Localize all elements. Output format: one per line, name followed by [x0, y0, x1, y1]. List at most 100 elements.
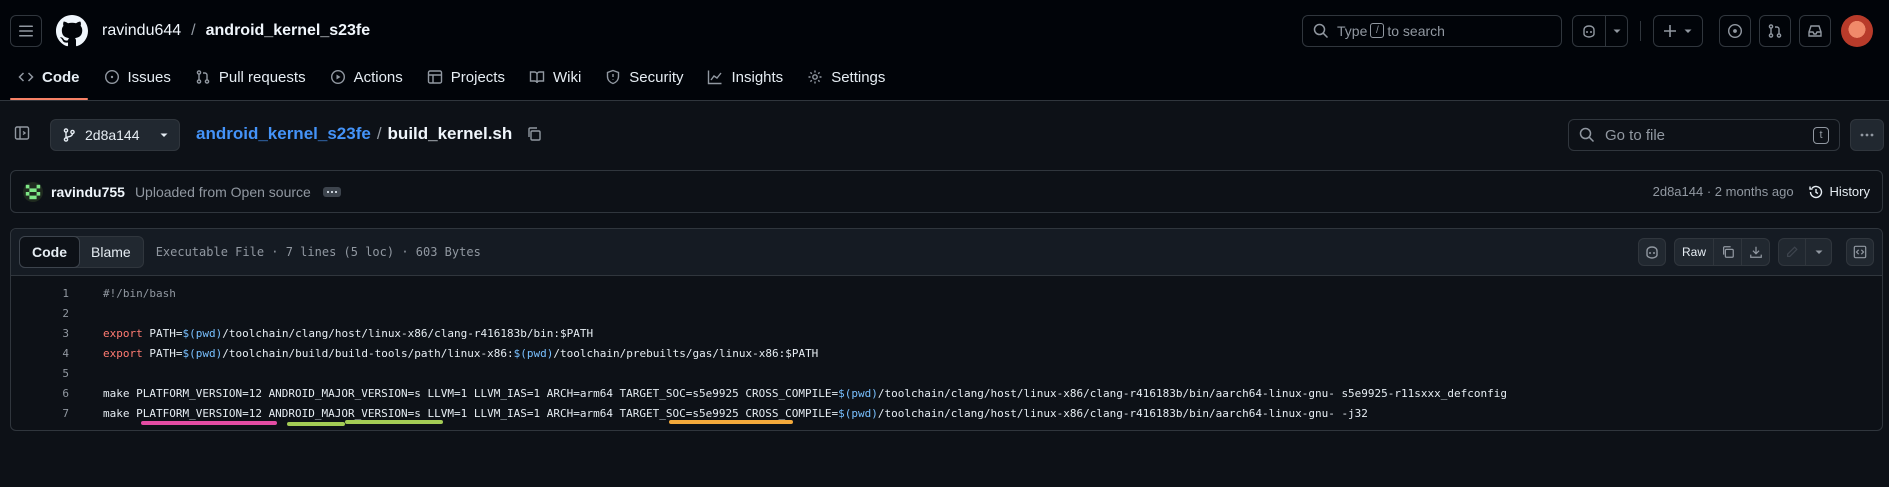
book-icon: [529, 71, 545, 84]
tab-actions[interactable]: Actions: [322, 60, 411, 94]
line-text: #!/bin/bash: [103, 287, 176, 300]
issues-button[interactable]: [1719, 14, 1751, 47]
code-line: 2: [11, 303, 1882, 323]
issue-opened-icon: [104, 69, 119, 85]
top-bar: ravindu644 / android_kernel_s23fe Type /…: [0, 0, 1889, 61]
breadcrumb: android_kernel_s23fe / build_kernel.sh: [196, 124, 542, 144]
copy-raw-button[interactable]: [1714, 238, 1742, 266]
code-token: $(pwd): [838, 406, 878, 420]
branch-name: 2d8a144: [85, 127, 140, 143]
code-token: /toolchain/clang/host/linux-x86/clang-r4…: [877, 406, 1368, 420]
more-options-button[interactable]: [1850, 119, 1884, 151]
line-number[interactable]: 4: [11, 347, 69, 360]
edit-file-button[interactable]: [1778, 238, 1806, 266]
global-search-input[interactable]: Type / to search: [1302, 14, 1562, 47]
code-panel-header: Code Blame Executable File · 7 lines (5 …: [11, 229, 1882, 276]
table-icon: [427, 70, 442, 84]
commit-author-avatar[interactable]: [23, 181, 43, 202]
play-icon: [330, 69, 345, 85]
copilot-dropdown-button[interactable]: [1606, 14, 1628, 47]
kebab-horizontal-icon: [1860, 133, 1874, 137]
code-icon: [18, 72, 34, 82]
code-line: 4 export PATH=$(pwd)/toolchain/build/buil…: [11, 343, 1882, 363]
code-body: 1 #!/bin/bash 2 3 export PATH=$(pwd)/toolcha…: [11, 276, 1882, 426]
copilot-ask-button[interactable]: [1638, 238, 1666, 266]
app-header: ravindu644 / android_kernel_s23fe Type /…: [0, 0, 1889, 101]
code-token: make PLATFORM_VERSION=12 ANDROID_MAJOR_V…: [103, 386, 839, 400]
symbols-panel-button[interactable]: [1846, 238, 1874, 266]
code-blame-toggle: Code Blame: [19, 236, 144, 268]
search-icon: [1579, 127, 1595, 143]
tab-settings[interactable]: Settings: [799, 60, 893, 94]
github-logo-icon[interactable]: [56, 14, 88, 47]
branch-selector-button[interactable]: 2d8a144: [50, 119, 180, 151]
user-avatar[interactable]: [1841, 14, 1873, 47]
line-text: make PLATFORM_VERSION=12 ANDROID_MAJOR_V…: [103, 407, 1368, 420]
issue-opened-icon: [1727, 23, 1743, 38]
tab-pull-requests[interactable]: Pull requests: [187, 60, 314, 94]
sidebar-expand-icon: [14, 126, 30, 140]
sidebar-toggle-button[interactable]: [14, 125, 30, 141]
hamburger-icon: [19, 25, 33, 36]
menu-button[interactable]: [10, 14, 42, 47]
plus-icon: [1664, 24, 1676, 37]
commit-meta[interactable]: 2d8a144 · 2 months ago: [1653, 184, 1794, 199]
pull-requests-button[interactable]: [1759, 14, 1791, 47]
tab-issues[interactable]: Issues: [96, 60, 179, 94]
download-button[interactable]: [1742, 238, 1770, 266]
git-pull-request-icon: [196, 70, 210, 84]
history-button[interactable]: History: [1808, 184, 1870, 200]
line-number[interactable]: 6: [11, 387, 69, 400]
line-number[interactable]: 3: [11, 327, 69, 340]
search-shortcut-key: /: [1370, 23, 1385, 38]
code-panel: Code Blame Executable File · 7 lines (5 …: [10, 228, 1883, 431]
code-token: $(pwd): [182, 346, 223, 360]
repo-owner-link[interactable]: ravindu644: [102, 22, 181, 40]
tab-label: Projects: [450, 68, 505, 86]
tab-code[interactable]: Code: [19, 236, 80, 268]
triangle-down-icon: [160, 133, 168, 137]
search-suffix: to search: [1387, 22, 1445, 39]
commit-expand-button[interactable]: [322, 186, 341, 197]
create-new-button[interactable]: [1653, 14, 1703, 47]
triangle-down-icon: [1684, 29, 1692, 33]
inbox-button[interactable]: [1799, 14, 1831, 47]
raw-button[interactable]: Raw: [1674, 238, 1714, 266]
go-to-file-shortcut: t: [1813, 126, 1829, 144]
git-pull-request-icon: [1768, 23, 1782, 38]
line-number[interactable]: 2: [11, 307, 69, 320]
pencil-icon: [1787, 246, 1798, 257]
tab-wiki[interactable]: Wiki: [521, 60, 589, 94]
code-toolbar: Raw: [1638, 238, 1874, 266]
commit-author-link[interactable]: ravindu755: [51, 184, 125, 200]
breadcrumb-filename: build_kernel.sh: [387, 124, 513, 143]
line-text: make PLATFORM_VERSION=12 ANDROID_MAJOR_V…: [103, 387, 1507, 400]
tab-security[interactable]: Security: [597, 60, 691, 94]
git-branch-icon: [63, 128, 75, 142]
tab-label: Wiki: [552, 68, 582, 86]
breadcrumb-repo-link[interactable]: android_kernel_s23fe: [196, 124, 371, 144]
code-line: 3 export PATH=$(pwd)/toolchain/clang/host…: [11, 323, 1882, 343]
edit-dropdown-button[interactable]: [1806, 238, 1832, 266]
code-token: PATH=: [142, 346, 183, 360]
copy-path-button[interactable]: [526, 126, 542, 142]
line-number[interactable]: 7: [11, 407, 69, 420]
tab-blame[interactable]: Blame: [79, 237, 143, 267]
repo-name-link[interactable]: android_kernel_s23fe: [206, 22, 371, 40]
search-icon: [1313, 23, 1329, 38]
tab-insights[interactable]: Insights: [699, 60, 791, 94]
commit-message[interactable]: Uploaded from Open source: [135, 184, 311, 200]
tab-projects[interactable]: Projects: [419, 60, 513, 94]
tab-code[interactable]: Code: [10, 60, 88, 100]
history-icon: [1808, 185, 1822, 198]
line-number[interactable]: 5: [11, 367, 69, 380]
header-divider: [1640, 20, 1641, 41]
code-square-icon: [1853, 245, 1867, 259]
code-token: $(pwd): [513, 346, 554, 360]
go-to-file-input[interactable]: Go to file t: [1568, 119, 1840, 151]
highlight-underline-platform: [141, 421, 277, 425]
line-number[interactable]: 1: [11, 287, 69, 300]
highlight-underline-android-a: [287, 422, 345, 426]
tab-label: Code: [42, 68, 80, 86]
copilot-button[interactable]: [1572, 14, 1606, 47]
